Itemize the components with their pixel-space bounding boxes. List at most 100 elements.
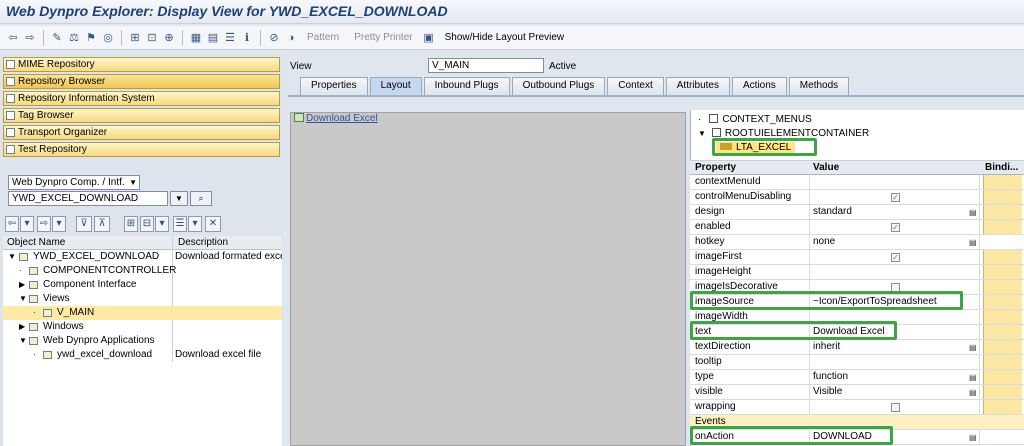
property-row-imagefirst[interactable]: imageFirst ✓ — [690, 250, 1024, 265]
property-row-tooltip[interactable]: tooltip — [690, 355, 1024, 370]
binding-button[interactable] — [983, 250, 1022, 264]
download-excel-link-preview[interactable]: Download Excel — [294, 113, 378, 124]
binding-button[interactable] — [983, 325, 1022, 339]
tree-node-componentcontroller[interactable]: · COMPONENTCONTROLLER — [3, 264, 282, 278]
nav-repository-information-system[interactable]: Repository Information System — [3, 91, 280, 106]
property-row-hotkey[interactable]: hotkey none ▤ — [690, 235, 1024, 250]
tree-menu-button[interactable]: ▾ — [155, 216, 169, 232]
tab-attributes[interactable]: Attributes — [665, 77, 730, 95]
tree-node-component[interactable]: ▼ YWD_EXCEL_DOWNLOAD Download formated e… — [3, 250, 282, 264]
back-menu-button[interactable]: ▾ — [20, 216, 34, 232]
tab-outbound-plugs[interactable]: Outbound Plugs — [511, 77, 606, 95]
check-icon[interactable]: ⚖ — [67, 31, 81, 45]
list-button[interactable]: ☰ — [173, 216, 187, 232]
binding-button[interactable] — [983, 190, 1022, 204]
property-row-wrapping[interactable]: wrapping — [690, 400, 1024, 415]
tab-properties[interactable]: Properties — [300, 77, 368, 95]
breakpoint-icon[interactable]: ⊘ — [267, 31, 281, 45]
property-value[interactable]: function — [813, 370, 848, 384]
where-used-icon[interactable]: ⊡ — [145, 31, 159, 45]
display-object-button[interactable]: ⌕ — [190, 191, 212, 206]
tab-layout[interactable]: Layout — [369, 77, 422, 95]
close-button[interactable]: ✕ — [205, 216, 221, 232]
tree-node-v-main[interactable]: · V_MAIN — [3, 306, 282, 320]
object-name-input[interactable]: YWD_EXCEL_DOWNLOAD — [8, 191, 168, 206]
window-icon[interactable]: ▤ — [206, 31, 220, 45]
property-row-controlmenudisabling[interactable]: controlMenuDisabling ✓ — [690, 190, 1024, 205]
forward-menu-button[interactable]: ▾ — [52, 216, 66, 232]
property-row-imageheight[interactable]: imageHeight — [690, 265, 1024, 280]
tree-node-application[interactable]: · ywd_excel_download Download excel file — [3, 348, 282, 362]
navigate-icon[interactable]: ⊕ — [162, 31, 176, 45]
tree-node-views[interactable]: ▼ Views — [3, 292, 282, 306]
tab-inbound-plugs[interactable]: Inbound Plugs — [423, 77, 510, 95]
binding-button[interactable] — [983, 175, 1022, 189]
property-row-visible[interactable]: visible Visible ▤ — [690, 385, 1024, 400]
tree-node-windows[interactable]: ▶ Windows — [3, 320, 282, 334]
expanded-triangle-icon[interactable]: ▼ — [19, 334, 27, 348]
forward-arrow-icon[interactable]: ⇨ — [23, 31, 37, 45]
tree-button[interactable]: ⊟ — [140, 216, 154, 232]
value-help-icon[interactable]: ▤ — [969, 373, 978, 382]
nav-tag-browser[interactable]: Tag Browser — [3, 108, 280, 123]
property-value[interactable]: none — [813, 235, 835, 249]
pretty-printer-button[interactable]: Pretty Printer — [348, 32, 418, 43]
value-help-icon[interactable]: ▤ — [969, 388, 978, 397]
property-value[interactable]: Visible — [813, 385, 842, 399]
binding-button[interactable] — [983, 205, 1022, 219]
tab-context[interactable]: Context — [607, 77, 664, 95]
nav-repository-browser[interactable]: Repository Browser — [3, 74, 280, 89]
property-value[interactable]: inherit — [813, 340, 840, 354]
binding-button[interactable] — [983, 280, 1022, 294]
tab-methods[interactable]: Methods — [788, 77, 850, 95]
pattern-button[interactable]: Pattern — [301, 32, 345, 43]
tree-node-component-interface[interactable]: ▶ Component Interface — [3, 278, 282, 292]
value-help-icon[interactable]: ▤ — [969, 238, 978, 247]
list-icon[interactable]: ☰ — [223, 31, 237, 45]
nav-mime-repository[interactable]: MIME Repository — [3, 57, 280, 72]
expanded-triangle-icon[interactable]: ▼ — [8, 250, 16, 264]
hierarchy-icon[interactable]: ⊞ — [128, 31, 142, 45]
binding-button[interactable] — [983, 400, 1022, 414]
value-help-icon[interactable]: ▤ — [969, 343, 978, 352]
binding-button[interactable] — [983, 340, 1022, 354]
binding-button[interactable] — [983, 370, 1022, 384]
test-icon[interactable]: ◎ — [101, 31, 115, 45]
property-row-design[interactable]: design standard ▤ — [690, 205, 1024, 220]
nav-transport-organizer[interactable]: Transport Organizer — [3, 125, 280, 140]
display-change-icon[interactable]: ✎ — [50, 31, 64, 45]
binding-button[interactable] — [983, 385, 1022, 399]
binding-button[interactable] — [983, 265, 1022, 279]
hierarchy-button[interactable]: ⊞ — [124, 216, 138, 232]
back-button[interactable]: ⇦ — [5, 216, 19, 232]
property-row-type[interactable]: type function ▤ — [690, 370, 1024, 385]
checked-checkbox[interactable]: ✓ — [891, 193, 900, 202]
tab-actions[interactable]: Actions — [732, 77, 787, 95]
unchecked-checkbox[interactable] — [891, 403, 900, 412]
layout-preview-button[interactable]: Show/Hide Layout Preview — [439, 32, 571, 43]
binding-button[interactable] — [983, 355, 1022, 369]
value-help-icon[interactable]: ▤ — [969, 208, 978, 217]
layout-preview-canvas[interactable] — [290, 112, 686, 446]
collapsed-triangle-icon[interactable]: ▶ — [19, 320, 25, 334]
layout-preview-icon[interactable]: ▣ — [422, 31, 436, 45]
object-name-dropdown-button[interactable]: ▼ — [170, 191, 188, 206]
object-type-select[interactable]: Web Dynpro Comp. / Intf. ▼ — [8, 175, 140, 190]
expanded-triangle-icon[interactable]: ▼ — [698, 129, 706, 138]
element-context-menus[interactable]: · CONTEXT_MENUS — [698, 114, 812, 125]
list-menu-button[interactable]: ▾ — [188, 216, 202, 232]
view-name-field[interactable]: V_MAIN — [428, 58, 544, 73]
value-help-icon[interactable]: ▤ — [969, 433, 978, 442]
binding-button[interactable] — [983, 310, 1022, 324]
collapse-button[interactable]: ⊼ — [94, 216, 110, 232]
tree-node-web-dynpro-applications[interactable]: ▼ Web Dynpro Applications — [3, 334, 282, 348]
property-row-enabled[interactable]: enabled ✓ — [690, 220, 1024, 235]
external-breakpoint-icon[interactable]: ◑ — [284, 31, 298, 45]
binding-button[interactable] — [983, 220, 1022, 234]
info-icon[interactable]: ℹ — [240, 31, 254, 45]
binding-button[interactable] — [983, 295, 1022, 309]
checked-checkbox[interactable]: ✓ — [891, 253, 900, 262]
forward-button[interactable]: ⇨ — [37, 216, 51, 232]
property-value[interactable]: standard — [813, 205, 852, 219]
property-row-textdirection[interactable]: textDirection inherit ▤ — [690, 340, 1024, 355]
